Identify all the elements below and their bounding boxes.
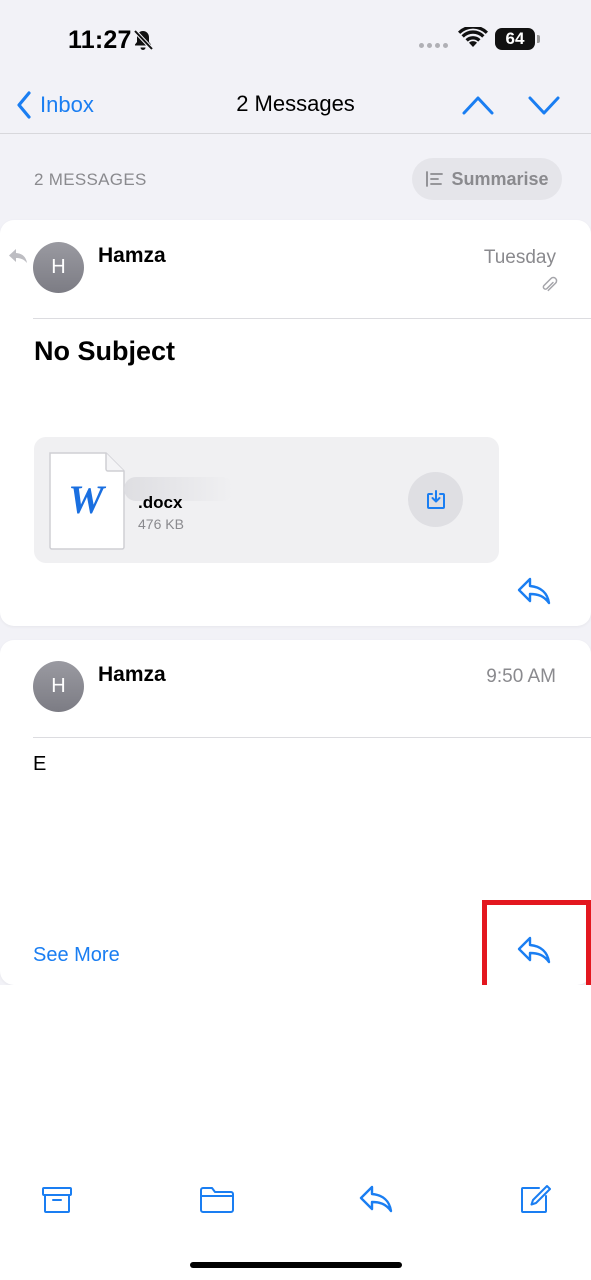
previous-message-button[interactable]: [461, 94, 495, 121]
attachment-card[interactable]: W .docx 476 KB: [34, 437, 499, 563]
attachment-paperclip-icon: [540, 276, 558, 299]
avatar: H: [33, 242, 84, 293]
attachment-filename: .docx: [138, 493, 183, 512]
chevron-down-icon: [528, 96, 560, 115]
home-indicator[interactable]: [190, 1262, 402, 1268]
bottom-toolbar: [0, 1180, 591, 1230]
see-more-link[interactable]: See More: [33, 944, 120, 967]
battery-level: 64: [495, 28, 535, 50]
reply-arrow-icon: [517, 936, 551, 964]
word-letter: W: [68, 477, 106, 522]
compose-icon: [521, 1185, 551, 1213]
header-divider: [33, 318, 591, 319]
summarise-icon: [426, 171, 444, 187]
battery-tip: [537, 35, 540, 43]
reply-toolbar-button[interactable]: [358, 1184, 394, 1219]
attachment-size: 476 KB: [138, 516, 184, 532]
header-divider: [33, 737, 591, 738]
sender-name: Hamza: [98, 244, 166, 267]
replied-indicator-icon: [8, 248, 28, 269]
status-bar: 11:27 64: [0, 0, 591, 80]
archive-button[interactable]: [41, 1184, 73, 1221]
message-time: 9:50 AM: [486, 666, 556, 687]
next-message-button[interactable]: [527, 94, 561, 121]
message-subject: No Subject: [34, 336, 176, 366]
cellular-signal-icon: [419, 43, 448, 48]
message-card-2[interactable]: H Hamza 9:50 AM E See More: [0, 640, 591, 985]
word-document-icon: W: [48, 451, 126, 556]
message-body: E: [33, 753, 47, 775]
chevron-up-icon: [462, 96, 494, 115]
summarise-button[interactable]: Summarise: [412, 158, 562, 200]
summarise-label: Summarise: [451, 168, 549, 189]
message-card-1[interactable]: H Hamza Tuesday No Subject W .docx 476 K…: [0, 220, 591, 626]
wifi-icon: [458, 25, 488, 54]
reply-arrow-icon: [359, 1185, 393, 1213]
avatar: H: [33, 661, 84, 712]
message-count-label: 2 MESSAGES: [34, 170, 147, 189]
status-time: 11:27: [68, 26, 132, 54]
reply-button[interactable]: [516, 935, 552, 970]
empty-area: [0, 985, 591, 1280]
reply-arrow-icon: [517, 577, 551, 605]
folder-icon: [200, 1187, 234, 1213]
compose-button[interactable]: [519, 1184, 551, 1221]
download-icon: [426, 489, 445, 509]
page-title: 2 Messages: [236, 91, 355, 116]
silent-bell-icon: [132, 29, 154, 56]
sender-name: Hamza: [98, 663, 166, 686]
archive-icon: [42, 1187, 72, 1213]
message-date: Tuesday: [483, 247, 556, 268]
download-attachment-button[interactable]: [408, 472, 463, 527]
move-to-folder-button[interactable]: [199, 1184, 235, 1221]
reply-button[interactable]: [516, 576, 552, 611]
navigation-bar: Inbox 2 Messages: [0, 80, 591, 134]
